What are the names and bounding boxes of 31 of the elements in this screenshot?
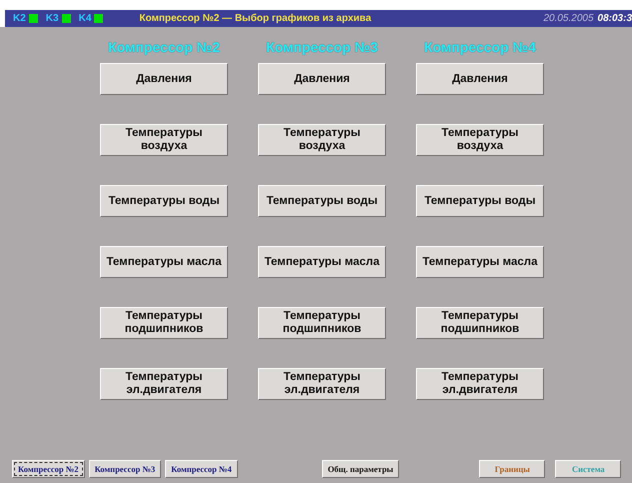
- chart-button[interactable]: Температуры эл.двигателя: [258, 368, 386, 400]
- indicator-label: K2: [13, 13, 26, 24]
- chart-button[interactable]: Температуры воды: [416, 185, 544, 217]
- chart-button[interactable]: Температуры эл.двигателя: [100, 368, 228, 400]
- chart-button[interactable]: Температуры воздуха: [258, 124, 386, 156]
- chart-button[interactable]: Температуры подшипников: [258, 307, 386, 339]
- column-header: Компрессор №4: [423, 38, 537, 57]
- chart-button[interactable]: Температуры масла: [100, 246, 228, 278]
- chart-button[interactable]: Давления: [416, 63, 544, 95]
- window-title: Компрессор №2 — Выбор графиков из архива: [139, 13, 372, 24]
- chart-button[interactable]: Температуры воды: [258, 185, 386, 217]
- chart-button[interactable]: Давления: [100, 63, 228, 95]
- chart-button[interactable]: Температуры масла: [416, 246, 544, 278]
- chart-button[interactable]: Температуры воздуха: [416, 124, 544, 156]
- time-text: 08:03:3: [598, 13, 632, 24]
- chart-button[interactable]: Температуры подшипников: [100, 307, 228, 339]
- nav-button[interactable]: Компрессор №3: [88, 460, 162, 478]
- indicator-label: K3: [46, 13, 59, 24]
- nav-button[interactable]: Общ. параметры: [322, 460, 400, 478]
- column-header: Компрессор №3: [265, 38, 379, 57]
- chart-button[interactable]: Температуры воздуха: [100, 124, 228, 156]
- chart-button[interactable]: Температуры эл.двигателя: [416, 368, 544, 400]
- nav-button[interactable]: Компрессор №2: [12, 460, 85, 478]
- column-header: Компрессор №2: [107, 38, 221, 57]
- date-text: 20.05.2005: [543, 13, 594, 24]
- chart-button[interactable]: Давления: [258, 63, 386, 95]
- nav-button[interactable]: Компрессор №4: [165, 460, 238, 478]
- indicator-label: K4: [78, 13, 92, 24]
- chart-button[interactable]: Температуры масла: [258, 246, 386, 278]
- chart-button[interactable]: Температуры подшипников: [416, 307, 544, 339]
- chart-button[interactable]: Температуры воды: [100, 185, 228, 217]
